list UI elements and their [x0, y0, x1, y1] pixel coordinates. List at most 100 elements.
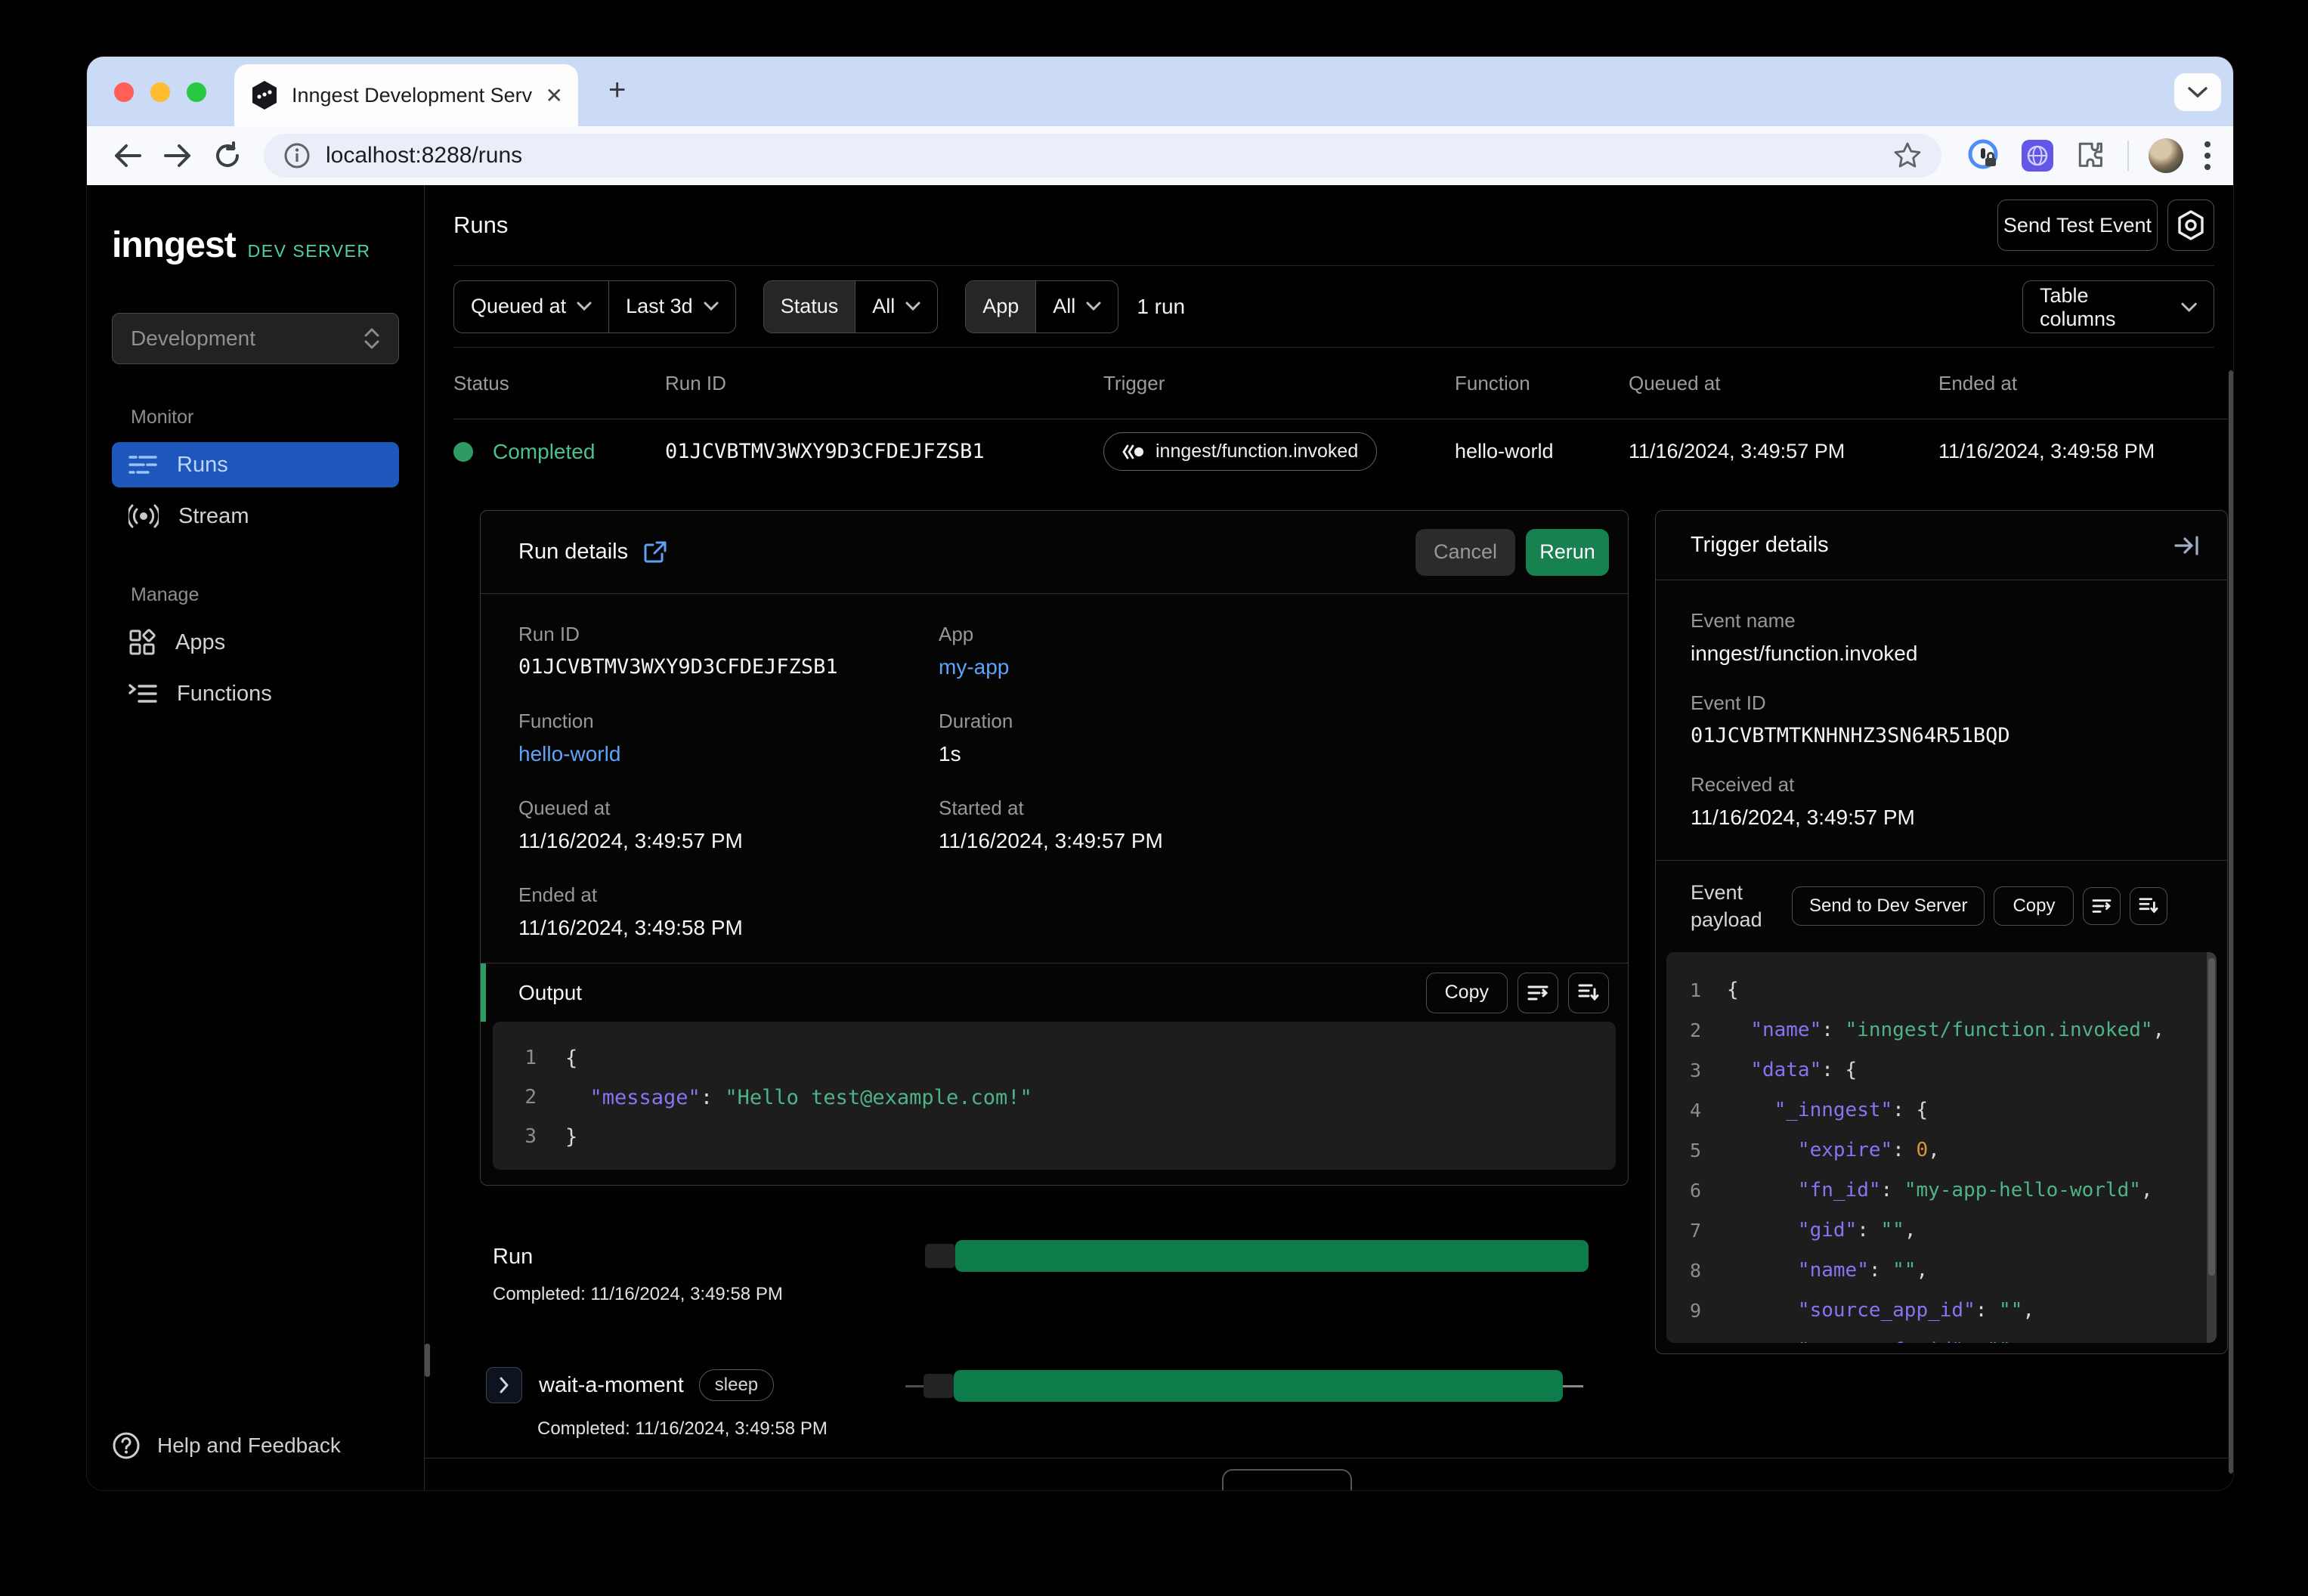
word-wrap-button[interactable]	[1518, 972, 1558, 1013]
browser-tab[interactable]: Inngest Development Server ✕	[234, 64, 578, 126]
timeline-run-label: Run	[493, 1245, 534, 1269]
row-status: Completed	[493, 439, 596, 463]
column-header-status[interactable]: Status	[453, 372, 665, 395]
profile-avatar[interactable]	[2149, 138, 2183, 173]
code-line: 2 "name": "inngest/function.invoked",	[1689, 1019, 2165, 1042]
desktop: Inngest Development Server ✕ + localhost…	[0, 0, 2308, 1596]
output-code-block[interactable]: 1{2 "message": "Hello test@example.com!"…	[493, 1022, 1616, 1170]
sidebar-item-runs[interactable]: Runs	[112, 442, 399, 487]
function-link[interactable]: hello-world	[518, 742, 939, 766]
send-test-event-button[interactable]: Send Test Event	[1997, 200, 2158, 251]
close-window-button[interactable]	[114, 82, 134, 102]
payload-scroll-bottom-button[interactable]	[2130, 887, 2168, 926]
field-duration: Duration 1s	[939, 710, 1013, 766]
column-header-trigger[interactable]: Trigger	[1103, 372, 1455, 395]
site-info-icon[interactable]	[283, 142, 311, 169]
apps-icon	[128, 629, 156, 656]
scrollbar-track[interactable]	[2207, 951, 2217, 1343]
column-header-function[interactable]: Function	[1455, 372, 1629, 395]
event-payload-code-block[interactable]: 1{2 "name": "inngest/function.invoked", 3…	[1666, 951, 2217, 1343]
new-tab-button[interactable]: +	[608, 73, 626, 107]
event-payload-header: Event payload Send to Dev Server Copy	[1656, 861, 2227, 952]
help-and-feedback[interactable]: Help and Feedback	[112, 1431, 424, 1460]
field-started-at: Started at 11/16/2024, 3:49:57 PM	[939, 796, 1163, 852]
status-filter-group: Status All	[763, 280, 939, 333]
back-button[interactable]	[108, 143, 147, 169]
status-filter-label: Status	[763, 280, 855, 332]
sidebar-item-apps[interactable]: Apps	[112, 620, 399, 665]
run-count: 1 run	[1137, 294, 1186, 318]
settings-gear-button[interactable]	[2167, 200, 2214, 251]
page-header: Runs Send Test Event	[453, 185, 2214, 266]
table-columns-button[interactable]: Table columns	[2023, 281, 2214, 332]
rerun-button[interactable]: Rerun	[1526, 528, 1609, 576]
row-queued-at: 11/16/2024, 3:49:57 PM	[1629, 440, 1845, 462]
cancel-button[interactable]: Cancel	[1415, 528, 1515, 576]
field-queued-at: Queued at 11/16/2024, 3:49:57 PM	[518, 796, 743, 852]
status-filter-dropdown[interactable]: All	[855, 280, 937, 332]
column-header-run-id[interactable]: Run ID	[665, 372, 1103, 395]
tab-search-button[interactable]	[2174, 73, 2221, 111]
external-link-icon[interactable]	[643, 540, 667, 564]
tab-title: Inngest Development Server	[292, 83, 532, 107]
bar-lead-line	[905, 1384, 924, 1387]
row-run-id: 01JCVBTMV3WXY9D3CFDEJFZSB1	[665, 440, 985, 463]
table-row[interactable]: Completed 01JCVBTMV3WXY9D3CFDEJFZSB1 inn…	[453, 419, 2228, 484]
main-scrollbar[interactable]	[2229, 370, 2233, 1474]
forward-button[interactable]	[158, 143, 197, 169]
step-name[interactable]: wait-a-moment	[539, 1373, 684, 1398]
bar-tail-line	[1563, 1384, 1583, 1387]
field-run-id: Run ID 01JCVBTMV3WXY9D3CFDEJFZSB1	[518, 623, 838, 679]
reload-button[interactable]	[208, 141, 247, 170]
app-link[interactable]: my-app	[939, 655, 1628, 679]
extensions-puzzle-icon[interactable]	[2074, 139, 2108, 172]
browser-menu-icon[interactable]	[2203, 140, 2212, 172]
bar-stub	[925, 1244, 955, 1268]
payload-copy-button[interactable]: Copy	[1994, 886, 2074, 926]
scroll-bottom-icon	[1578, 984, 1599, 1001]
sidebar-item-functions[interactable]: Functions	[112, 671, 399, 716]
help-icon	[112, 1431, 141, 1460]
password-manager-extension-icon[interactable]	[1966, 138, 2000, 173]
time-field-dropdown[interactable]: Queued at	[454, 281, 608, 332]
browser-tabstrip: Inngest Development Server ✕ +	[87, 57, 2233, 126]
output-title: Output	[518, 980, 583, 1004]
column-header-ended-at[interactable]: Ended at	[1938, 372, 2228, 395]
payload-word-wrap-button[interactable]	[2083, 887, 2121, 926]
send-to-dev-server-button[interactable]: Send to Dev Server	[1792, 886, 1985, 926]
app-filter-label: App	[966, 280, 1036, 332]
expand-step-button[interactable]	[486, 1367, 522, 1403]
maximize-window-button[interactable]	[187, 82, 206, 102]
tab-close-icon[interactable]: ✕	[546, 83, 563, 108]
collapse-panel-icon[interactable]	[2174, 534, 2200, 557]
app-filter-value: All	[1053, 295, 1076, 317]
bookmark-star-icon[interactable]	[1893, 141, 1922, 170]
minimize-window-button[interactable]	[150, 82, 170, 102]
browser-toolbar: localhost:8288/runs	[87, 126, 2233, 185]
time-range-dropdown[interactable]: Last 3d	[608, 280, 735, 332]
step-timeline-bar[interactable]	[905, 1370, 1583, 1402]
url-bar[interactable]: localhost:8288/runs	[264, 134, 1941, 178]
scroll-to-bottom-button[interactable]	[1568, 972, 1609, 1013]
run-details-card: Run details Cancel Rerun Run ID 01JCVBTM…	[480, 510, 1629, 1186]
purple-extension-icon[interactable]	[2020, 138, 2055, 173]
sidebar-item-stream[interactable]: Stream	[112, 493, 399, 539]
output-copy-button[interactable]: Copy	[1425, 972, 1508, 1013]
code-line: 8 "name": "",	[1689, 1259, 1929, 1282]
app-filter-dropdown[interactable]: All	[1035, 280, 1118, 332]
row-trigger: inngest/function.invoked	[1156, 441, 1359, 462]
column-header-queued-at[interactable]: Queued at	[1629, 372, 1938, 395]
event-icon	[1122, 444, 1143, 459]
load-more-button-partial[interactable]	[1222, 1469, 1352, 1490]
window-controls[interactable]	[114, 82, 206, 102]
trigger-pill[interactable]: inngest/function.invoked	[1103, 432, 1378, 471]
stream-icon	[128, 503, 159, 529]
scrollbar-thumb[interactable]	[2208, 957, 2215, 1276]
environment-select[interactable]: Development	[112, 313, 399, 364]
time-field-value: Queued at	[471, 295, 567, 317]
run-timeline-bar[interactable]	[925, 1240, 1589, 1272]
url-text[interactable]: localhost:8288/runs	[326, 143, 1878, 169]
trigger-details-card: Trigger details Event name inngest/funct…	[1655, 510, 2228, 1354]
status-filter-value: All	[872, 295, 896, 317]
step-kind-badge: sleep	[698, 1369, 775, 1401]
